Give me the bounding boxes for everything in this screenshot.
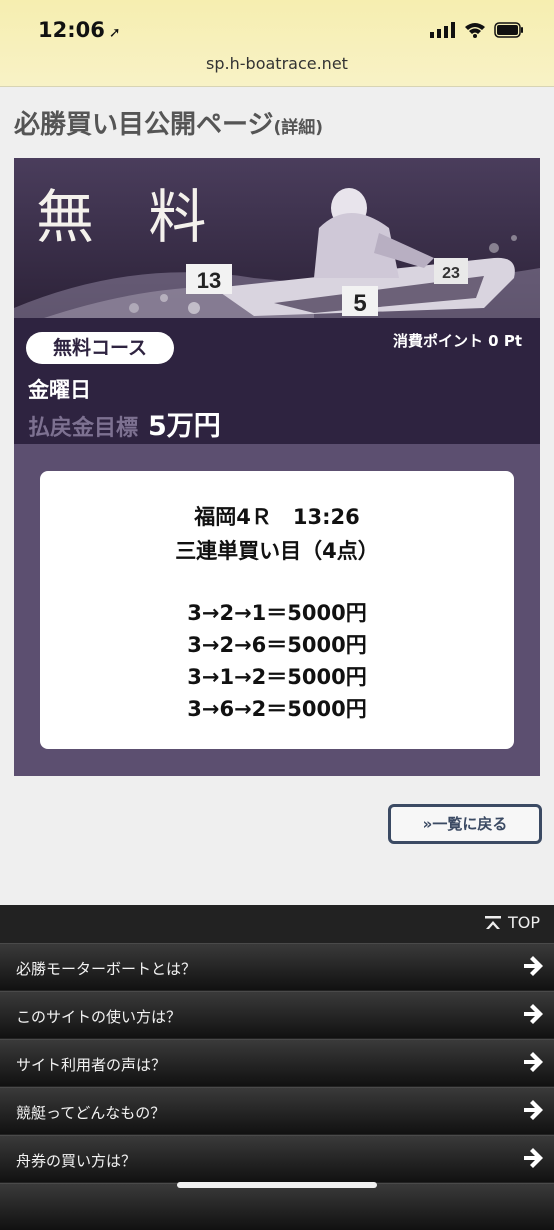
page-title-text: 必勝買い目公開ページ [14, 110, 274, 140]
free-course-card: 13 5 23 無 料 無料コース 消費ポイント 0 Pt 金曜日 払戻金目標 5… [14, 158, 540, 776]
menu-item-user-voices[interactable]: サイト利用者の声は？ [0, 1039, 554, 1086]
menu-item-label: 競艇ってどんなもの？ [16, 1104, 166, 1122]
bet-type: 三連単買い目（4点） [175, 539, 379, 563]
page-title-suffix: (詳細) [273, 118, 324, 138]
scroll-top-icon [484, 915, 501, 929]
arrow-right-icon [524, 1004, 543, 1024]
top-link-label: TOP [507, 913, 540, 932]
points-cost: 消費ポイント 0 Pt [392, 332, 522, 350]
pick-3: 3→1→2＝5000円 [187, 665, 367, 689]
menu-item-how-to-buy[interactable]: 舟券の買い方は？ [0, 1135, 554, 1182]
menu-item-label: 舟券の買い方は？ [16, 1152, 137, 1170]
signal-icon [430, 22, 455, 38]
pick-2: 3→2→6＝5000円 [187, 633, 367, 657]
back-to-list-button[interactable]: »一覧に戻る [388, 804, 542, 844]
status-time: 12:06 ➚ [38, 18, 121, 42]
tips-box: 福岡4Ｒ 13:26 三連単買い目（4点） 3→2→1＝5000円 3→2→6＝… [40, 471, 514, 749]
menu-item-next[interactable] [0, 1183, 554, 1230]
location-arrow-icon: ➚ [108, 25, 121, 41]
payout-target-value: 5万円 [148, 411, 221, 442]
arrow-right-icon [524, 1052, 543, 1072]
menu-item-label: このサイトの使い方は？ [16, 1008, 182, 1026]
pick-4: 3→6→2＝5000円 [187, 697, 367, 721]
footer-menu: TOP 必勝モーターボートとは？ このサイトの使い方は？ サイト利用者の声は？ … [0, 905, 554, 1230]
payout-target: 払戻金目標 5万円 [28, 404, 221, 443]
boat-number-23: 23 [442, 265, 460, 282]
boat-number-13: 13 [197, 268, 221, 293]
home-indicator[interactable] [177, 1182, 377, 1188]
browser-top-bar: 12:06 ➚ sp.h-boatrace.net [0, 0, 554, 87]
menu-item-how-to-use[interactable]: このサイトの使い方は？ [0, 991, 554, 1038]
battery-icon [494, 22, 523, 38]
status-time-text: 12:06 [38, 18, 105, 42]
arrow-right-icon [524, 1148, 543, 1168]
arrow-right-icon [524, 1100, 543, 1120]
system-icons [430, 22, 524, 38]
menu-item-what-is-boatrace[interactable]: 競艇ってどんなもの？ [0, 1087, 554, 1134]
course-day: 金曜日 [28, 378, 91, 402]
menu-item-label: 必勝モーターボートとは？ [16, 960, 197, 978]
course-info: 無料コース 消費ポイント 0 Pt 金曜日 払戻金目標 5万円 [14, 318, 540, 444]
payout-target-label: 払戻金目標 [28, 416, 139, 441]
arrow-right-icon [524, 956, 543, 976]
wifi-icon [465, 23, 485, 38]
pick-1: 3→2→1＝5000円 [187, 601, 367, 625]
menu-item-label: サイト利用者の声は？ [16, 1056, 167, 1074]
course-banner: 13 5 23 無 料 [14, 158, 540, 318]
top-link[interactable]: TOP [484, 913, 540, 932]
course-name-badge: 無料コース [26, 332, 174, 364]
boat-number-5: 5 [353, 290, 366, 317]
page-title: 必勝買い目公開ページ(詳細) [14, 104, 323, 141]
banner-free-text: 無 料 [36, 183, 225, 251]
menu-item-about[interactable]: 必勝モーターボートとは？ [0, 943, 554, 990]
url-bar[interactable]: sp.h-boatrace.net [0, 54, 554, 73]
race-info: 福岡4Ｒ 13:26 [194, 505, 360, 529]
